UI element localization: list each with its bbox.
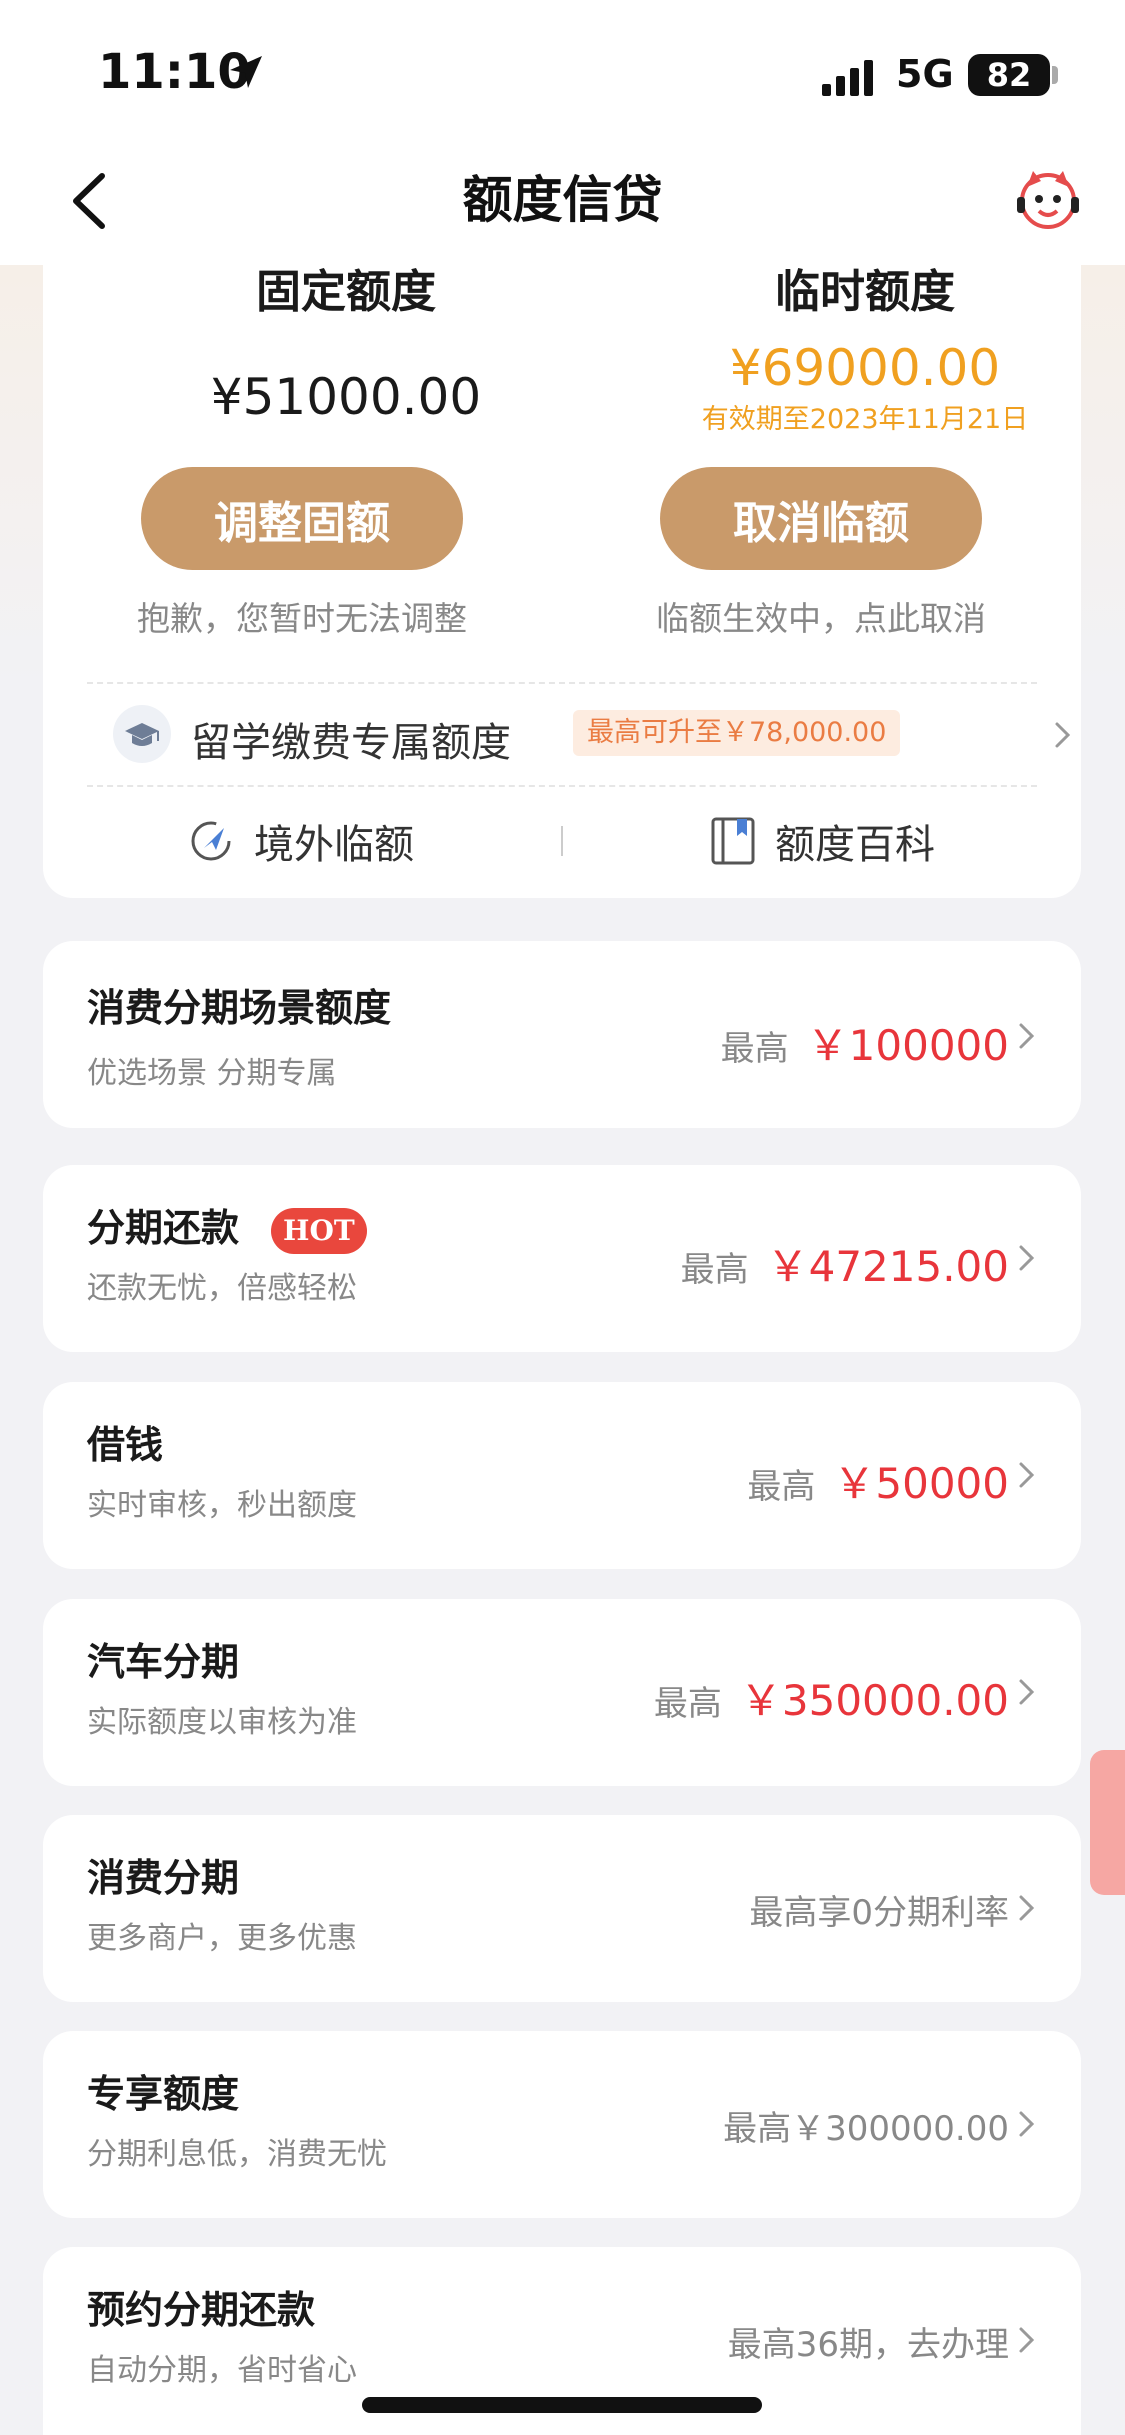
adjust-fixed-quota-button[interactable]: 调整固额 bbox=[141, 467, 463, 570]
study-abroad-badge: 最高可升至￥78,000.00 bbox=[573, 710, 901, 756]
temporary-quota-label: 临时额度 bbox=[774, 265, 955, 318]
cancel-temporary-quota-button[interactable]: 取消临额 bbox=[660, 467, 982, 570]
entry-prefix: 最高 bbox=[720, 1029, 789, 1069]
status-bar: 11:10 5G 82 bbox=[0, 0, 1125, 140]
entry-amount: ￥350000.00 bbox=[739, 1676, 1009, 1725]
entry-card-exclusive-quota[interactable]: 专享额度 分期利息低，消费无忧 最高￥300000.00 bbox=[43, 2031, 1081, 2218]
entry-title: 预约分期还款 bbox=[87, 2288, 316, 2332]
entry-title: 专享额度 bbox=[87, 2072, 240, 2116]
chevron-right-icon bbox=[1019, 1245, 1035, 1271]
entry-plain-text: 最高享0分期利率 bbox=[749, 1893, 1009, 1933]
entry-subtitle: 优选场景 分期专属 bbox=[87, 1056, 337, 1091]
chevron-right-icon bbox=[1019, 2327, 1035, 2353]
entry-value: 最高享0分期利率 bbox=[749, 1885, 1009, 1934]
home-indicator[interactable] bbox=[362, 2397, 762, 2413]
entry-value: 最高 ￥350000.00 bbox=[654, 1667, 1009, 1728]
entry-value: 最高 ￥47215.00 bbox=[681, 1233, 1009, 1294]
quota-card: 固定额度 ¥51000.00 临时额度 ¥69000.00 有效期至2023年1… bbox=[43, 262, 1081, 898]
entry-subtitle: 实时审核，秒出额度 bbox=[87, 1488, 357, 1523]
temporary-quota-amount: ¥69000.00 bbox=[729, 339, 1001, 397]
battery-level: 82 bbox=[986, 56, 1032, 94]
overseas-plane-icon bbox=[191, 821, 231, 861]
entry-subtitle: 还款无忧，倍感轻松 bbox=[87, 1271, 357, 1306]
divider bbox=[87, 682, 1037, 684]
entry-card-car-installment[interactable]: 汽车分期 实际额度以审核为准 最高 ￥350000.00 bbox=[43, 1599, 1081, 1786]
study-abroad-label: 留学缴费专属额度 bbox=[191, 720, 511, 766]
fixed-quota-label: 固定额度 bbox=[255, 265, 436, 318]
signal-icon bbox=[822, 60, 873, 96]
quota-tools: 境外临额 额度百科 bbox=[43, 802, 1081, 882]
study-abroad-quota-row[interactable]: 留学缴费专属额度 最高可升至￥78,000.00 bbox=[113, 702, 1071, 768]
chevron-right-icon bbox=[1019, 1023, 1035, 1049]
temporary-quota-expiry: 有效期至2023年11月21日 bbox=[701, 404, 1029, 435]
entry-subtitle: 分期利息低，消费无忧 bbox=[87, 2137, 387, 2172]
battery-icon: 82 bbox=[968, 54, 1050, 96]
temporary-quota: 临时额度 ¥69000.00 有效期至2023年11月21日 bbox=[665, 262, 1065, 438]
floating-promo-tab[interactable] bbox=[1090, 1750, 1125, 1895]
entry-value: 最高 ￥100000 bbox=[721, 1012, 1009, 1073]
entry-card-installment-repayment[interactable]: 分期还款 HOT 还款无忧，倍感轻松 最高 ￥47215.00 bbox=[43, 1165, 1081, 1352]
hot-badge: HOT bbox=[271, 1208, 367, 1254]
chevron-right-icon bbox=[1019, 1462, 1035, 1488]
entry-card-borrow[interactable]: 借钱 实时审核，秒出额度 最高 ￥50000 bbox=[43, 1382, 1081, 1569]
overseas-temp-quota-link[interactable]: 境外临额 bbox=[186, 812, 414, 870]
entry-subtitle: 更多商户，更多优惠 bbox=[87, 1921, 357, 1956]
temporary-quota-note[interactable]: 临额生效中，点此取消 bbox=[606, 592, 1036, 640]
graduation-cap-icon bbox=[113, 705, 171, 763]
entry-plain-text: 最高36期，去办理 bbox=[727, 2325, 1009, 2365]
nav-bar: 额度信贷 bbox=[0, 140, 1125, 265]
entry-prefix: 最高 bbox=[680, 1250, 749, 1290]
quota-wiki-link[interactable]: 额度百科 bbox=[709, 812, 935, 870]
assistant-mascot-icon[interactable] bbox=[1013, 165, 1083, 235]
entry-subtitle: 自动分期，省时省心 bbox=[87, 2353, 357, 2388]
divider bbox=[87, 785, 1037, 787]
entry-title: 消费分期 bbox=[87, 1856, 240, 1900]
overseas-temp-quota-label: 境外临额 bbox=[254, 822, 414, 868]
tool-divider bbox=[561, 826, 563, 856]
entry-prefix: 最高 bbox=[653, 1684, 722, 1724]
entry-amount: ￥47215.00 bbox=[766, 1242, 1009, 1291]
entry-title: 借钱 bbox=[87, 1423, 164, 1467]
book-icon bbox=[711, 817, 755, 865]
fixed-quota: 固定额度 ¥51000.00 bbox=[146, 262, 546, 427]
entry-prefix: 最高 bbox=[747, 1467, 816, 1507]
entry-title: 分期还款 bbox=[87, 1206, 240, 1250]
chevron-right-icon bbox=[1019, 1895, 1035, 1921]
entry-plain-text: 最高￥300000.00 bbox=[723, 2109, 1009, 2149]
location-arrow-icon bbox=[230, 56, 262, 88]
chevron-right-icon bbox=[1055, 722, 1071, 748]
entry-amount: ￥100000 bbox=[806, 1021, 1009, 1070]
battery-tip bbox=[1052, 66, 1058, 84]
entry-subtitle: 实际额度以审核为准 bbox=[87, 1705, 357, 1740]
entry-card-scene-installment[interactable]: 消费分期场景额度 优选场景 分期专属 最高 ￥100000 bbox=[43, 941, 1081, 1128]
network-label: 5G bbox=[896, 52, 954, 96]
chevron-right-icon bbox=[1019, 1679, 1035, 1705]
fixed-quota-amount: ¥51000.00 bbox=[210, 368, 482, 426]
entry-value: 最高 ￥50000 bbox=[747, 1450, 1009, 1511]
quota-wiki-label: 额度百科 bbox=[775, 822, 935, 868]
entry-title: 汽车分期 bbox=[87, 1640, 240, 1684]
chevron-right-icon bbox=[1019, 2111, 1035, 2137]
entry-card-consumer-installment[interactable]: 消费分期 更多商户，更多优惠 最高享0分期利率 bbox=[43, 1815, 1081, 2002]
fixed-quota-note: 抱歉，您暂时无法调整 bbox=[137, 599, 467, 638]
entry-title: 消费分期场景额度 bbox=[87, 986, 392, 1030]
entry-value: 最高￥300000.00 bbox=[723, 2101, 1009, 2150]
entry-value: 最高36期，去办理 bbox=[728, 2317, 1009, 2366]
entry-amount: ￥50000 bbox=[833, 1459, 1009, 1508]
page-title: 额度信贷 bbox=[462, 171, 663, 229]
